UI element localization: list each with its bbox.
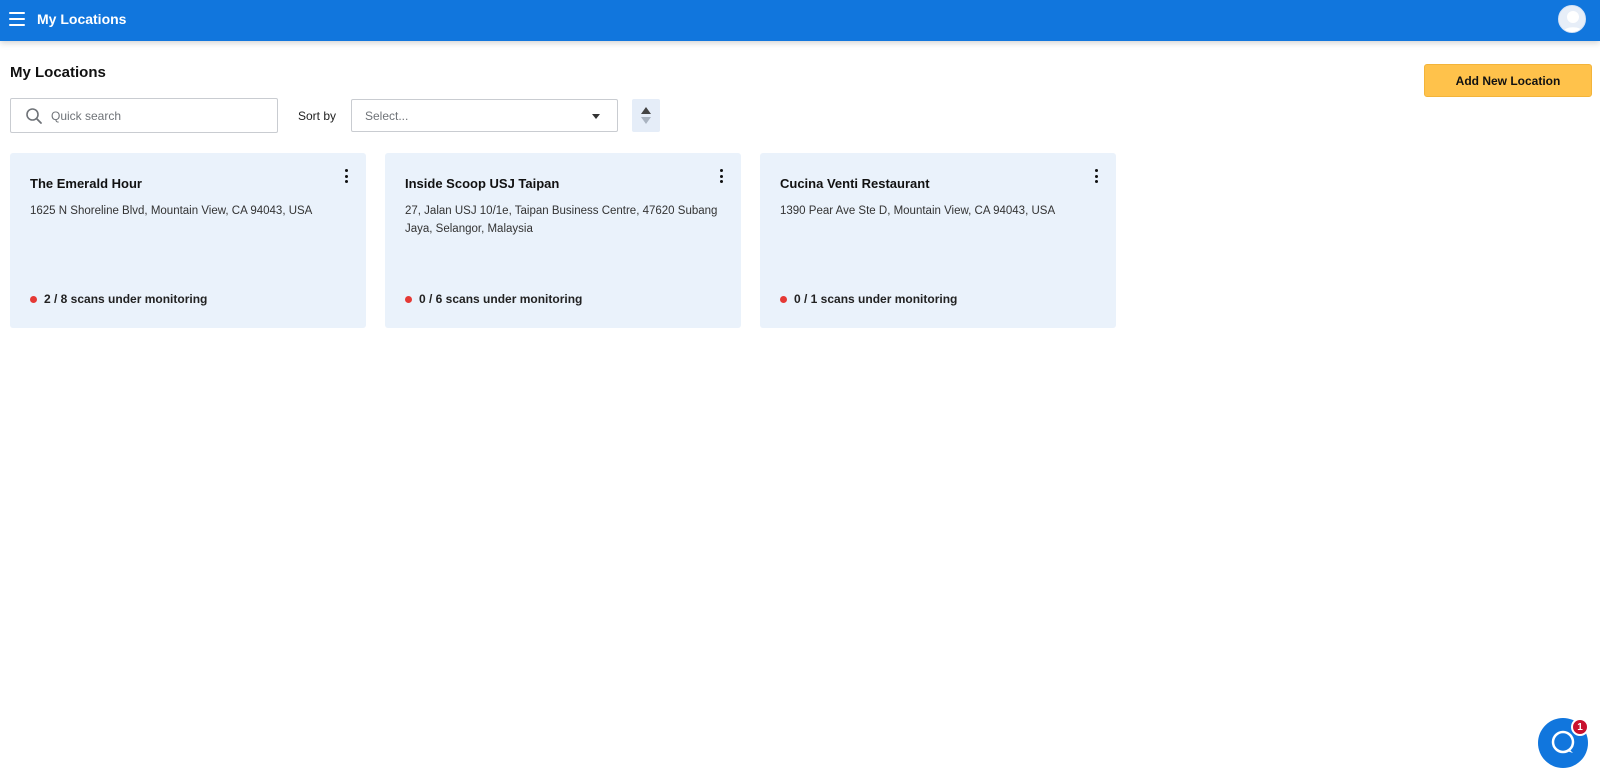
location-name: Cucina Venti Restaurant [780,176,930,191]
add-new-location-button[interactable]: Add New Location [1424,64,1592,97]
page-title: My Locations [10,64,106,81]
hamburger-menu-icon[interactable] [9,12,25,26]
sort-descending-arrow-icon [641,117,651,124]
monitoring-status-text: 0 / 6 scans under monitoring [419,292,583,306]
sort-by-label: Sort by [298,109,337,123]
sort-direction-icon[interactable] [632,99,660,132]
quick-search-field[interactable] [10,98,278,133]
status-dot-icon [405,295,412,303]
monitoring-status-text: 0 / 1 scans under monitoring [794,292,958,306]
monitoring-status: 0 / 6 scans under monitoring [405,292,582,306]
search-input[interactable] [51,108,251,123]
location-card[interactable]: Inside Scoop USJ Taipan 27, Jalan USJ 10… [385,153,741,328]
more-options-icon[interactable] [715,167,727,185]
status-dot-icon [30,295,37,303]
more-options-icon[interactable] [1090,167,1102,185]
user-avatar-icon[interactable] [1558,5,1586,33]
search-icon [26,107,42,124]
location-address: 1625 N Shoreline Blvd, Mountain View, CA… [30,205,313,217]
monitoring-status: 2 / 8 scans under monitoring [30,292,207,306]
location-card[interactable]: The Emerald Hour 1625 N Shoreline Blvd, … [10,153,366,328]
monitoring-status-text: 2 / 8 scans under monitoring [44,292,208,306]
location-name: Inside Scoop USJ Taipan [405,176,560,191]
location-card[interactable]: Cucina Venti Restaurant 1390 Pear Ave St… [760,153,1116,328]
sort-select-placeholder: Select... [365,108,409,123]
dropdown-caret-icon [592,114,600,119]
monitoring-status: 0 / 1 scans under monitoring [780,292,957,306]
location-address: 27, Jalan USJ 10/1e, Taipan Business Cen… [405,205,718,235]
status-dot-icon [780,295,787,303]
more-options-icon[interactable] [340,167,352,185]
top-app-bar: My Locations [0,0,1600,41]
chat-notification-badge: 1 [1571,718,1589,736]
location-name: The Emerald Hour [30,176,142,191]
app-bar-title: My Locations [37,11,127,27]
location-address: 1390 Pear Ave Ste D, Mountain View, CA 9… [780,205,1056,217]
sort-ascending-arrow-icon [641,107,651,114]
sort-by-select[interactable]: Select... [351,99,618,132]
